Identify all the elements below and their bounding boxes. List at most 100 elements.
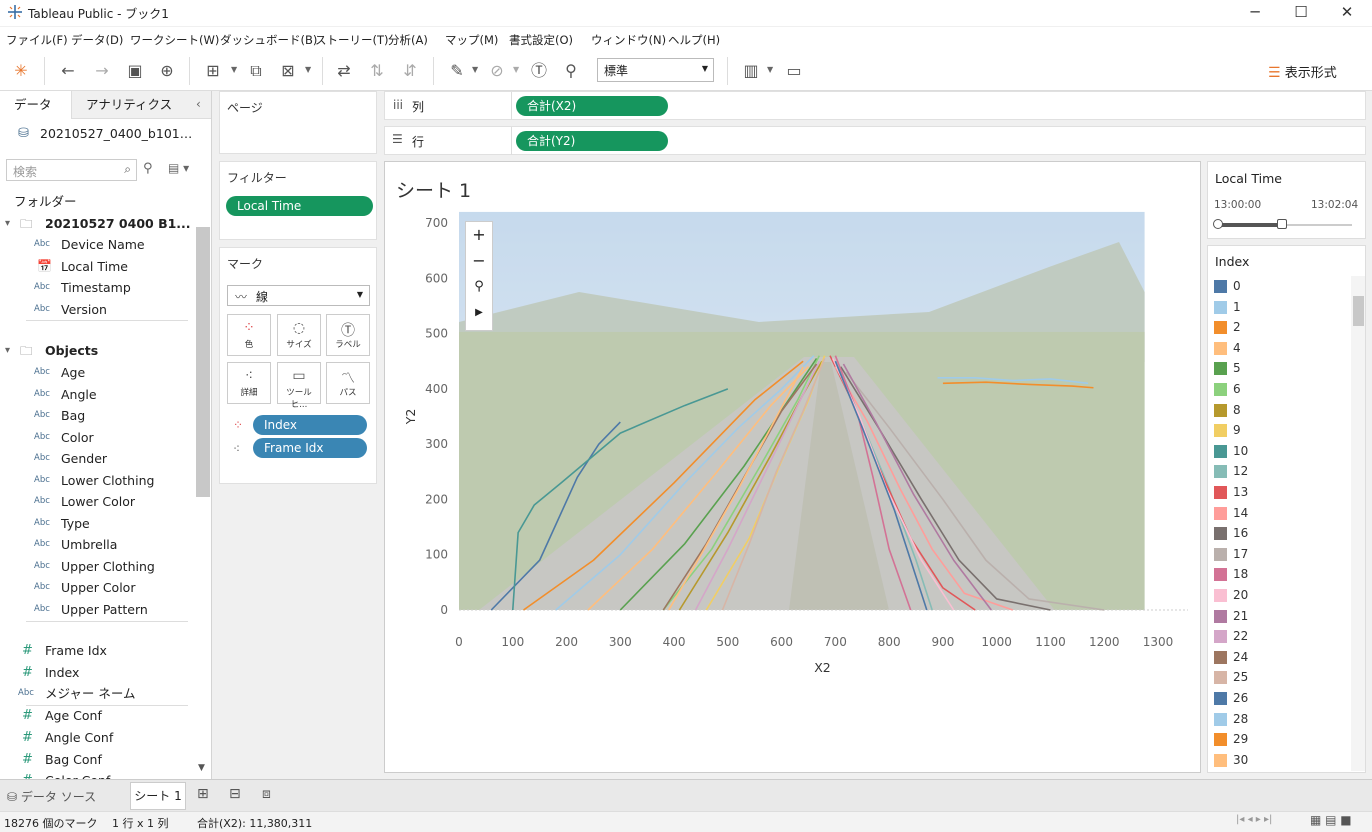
menu-format[interactable]: 書式設定(O): [509, 32, 573, 48]
tab-analytics[interactable]: アナリティクス: [72, 91, 211, 119]
filter-pill[interactable]: Local Time: [226, 196, 373, 216]
tableau-home-icon[interactable]: ✳: [10, 60, 32, 82]
zoom-in-button[interactable]: +: [466, 222, 492, 248]
maximize-button[interactable]: ☐: [1278, 0, 1324, 26]
measure-name: Angle Conf: [45, 729, 114, 745]
zoom-out-button[interactable]: −: [466, 248, 492, 274]
clear-sheet-caret-icon[interactable]: ▼: [305, 65, 311, 74]
close-button[interactable]: ✕: [1324, 0, 1370, 26]
sort-asc-icon[interactable]: ⇅: [366, 60, 388, 82]
legend-label: 8: [1233, 402, 1241, 417]
field-name: Bag: [61, 408, 86, 423]
index-pill[interactable]: Index: [253, 415, 367, 435]
scrollbar-thumb[interactable]: [196, 227, 210, 497]
mark-type-select[interactable]: 〰 線 ▼: [227, 285, 370, 306]
group-icon[interactable]: ⊘: [486, 60, 508, 82]
worksheet-view[interactable]: シート 1 0 100 200 300 400 500 600 700 800 900 1000 11…: [384, 161, 1201, 773]
datasource-tab[interactable]: ⛁ データ ソース: [7, 788, 96, 805]
detail-button[interactable]: ⁖ 詳細: [227, 362, 271, 404]
mark-type-value: 線: [256, 290, 269, 304]
pin-icon[interactable]: ⚲: [466, 274, 492, 300]
show-cards-icon[interactable]: ▥: [740, 60, 762, 82]
menu-help[interactable]: ヘルプ(H): [668, 32, 720, 48]
undo-icon[interactable]: ←: [57, 60, 79, 82]
frameidx-pill[interactable]: Frame Idx: [253, 438, 367, 458]
menu-map[interactable]: マップ(M): [445, 32, 498, 48]
menu-file[interactable]: ファイル(F): [6, 32, 68, 48]
status-bar: 18276 個のマーク 1 行 x 1 列 合計(X2): 11,380,311…: [0, 811, 1372, 832]
columns-pill[interactable]: 合計(X2): [516, 96, 668, 116]
minimize-button[interactable]: ─: [1232, 0, 1278, 26]
range-handle-end[interactable]: [1277, 219, 1288, 229]
new-worksheet-icon[interactable]: ⊞: [197, 786, 209, 802]
x-axis-label: X2: [814, 660, 831, 675]
menu-window[interactable]: ウィンドウ(N): [591, 32, 666, 48]
number-type-icon: #: [22, 708, 33, 724]
scroll-down-icon[interactable]: ▼: [198, 763, 205, 773]
new-worksheet-caret-icon[interactable]: ▼: [231, 65, 237, 74]
x-tick-label: 1300: [1143, 635, 1174, 649]
label-button[interactable]: Ⓣ ラベル: [326, 314, 370, 356]
show-me-label: 表示形式: [1284, 66, 1337, 81]
columns-shelf[interactable]: iii 列 合計(X2): [384, 91, 1366, 120]
string-type-icon: Abc: [34, 303, 50, 314]
presentation-icon[interactable]: ▭: [783, 60, 805, 82]
tab-sheet1[interactable]: シート 1: [130, 782, 186, 810]
view-mode-icons[interactable]: ▦ ▤ ■: [1310, 813, 1352, 827]
new-dashboard-icon[interactable]: ⊟: [229, 786, 241, 802]
sort-desc-icon[interactable]: ⇵: [399, 60, 421, 82]
filter-icon[interactable]: ⚲: [143, 161, 153, 176]
filters-shelf[interactable]: フィルター Local Time: [219, 161, 377, 240]
pages-shelf[interactable]: ページ: [219, 91, 377, 154]
datasource-name[interactable]: 20210527_0400_b101…: [40, 126, 192, 141]
save-icon[interactable]: ▣: [124, 60, 146, 82]
redo-icon[interactable]: →: [91, 60, 113, 82]
fit-select[interactable]: 標準 ▼: [597, 58, 714, 82]
menu-worksheet[interactable]: ワークシート(W): [130, 32, 219, 48]
tab-data[interactable]: データ: [0, 91, 72, 119]
menu-dashboard[interactable]: ダッシュボード(B): [220, 32, 317, 48]
swap-icon[interactable]: ⇄: [333, 60, 355, 82]
string-type-icon: Abc: [34, 496, 50, 506]
group-caret-icon[interactable]: ▼: [513, 65, 519, 74]
y-tick-label: 0: [440, 603, 448, 617]
new-datasource-icon[interactable]: ⊕: [156, 60, 178, 82]
tooltip-button[interactable]: ▭ ツールヒ...: [277, 362, 321, 410]
color-icon: ⁘: [233, 418, 244, 432]
legend-scrollbar[interactable]: [1351, 276, 1365, 771]
x-tick-label: 500: [716, 635, 739, 649]
label-icon[interactable]: Ⓣ: [528, 60, 550, 82]
legend-swatch: [1214, 589, 1227, 602]
new-worksheet-icon[interactable]: ⊞: [202, 60, 224, 82]
size-button[interactable]: ◌ サイズ: [277, 314, 321, 356]
tab-nav-icons[interactable]: |◂ ◂ ▸ ▸|: [1236, 814, 1272, 825]
highlight-caret-icon[interactable]: ▼: [472, 65, 478, 74]
legend-label: 17: [1233, 546, 1249, 561]
show-me-button[interactable]: ☰ 表示形式: [1268, 62, 1337, 81]
field-name: Lower Clothing: [61, 472, 155, 488]
number-type-icon: #: [22, 751, 33, 767]
rows-shelf[interactable]: ☰ 行 合計(Y2): [384, 126, 1366, 155]
search-input[interactable]: 検索 ⌕: [6, 159, 137, 181]
collapse-pane-icon[interactable]: ‹: [196, 97, 201, 111]
new-story-icon[interactable]: ⧈: [262, 786, 271, 802]
view-options-icon[interactable]: ▤ ▾: [168, 161, 189, 175]
menu-story[interactable]: ストーリー(T): [315, 32, 389, 48]
rows-pill[interactable]: 合計(Y2): [516, 131, 668, 151]
highlight-icon[interactable]: ✎: [446, 60, 468, 82]
chart-svg[interactable]: 0 100 200 300 400 500 600 700 800 900 1000 1100 1200…: [385, 162, 1200, 772]
y-tick-label: 100: [425, 548, 448, 562]
menu-analysis[interactable]: 分析(A): [388, 32, 428, 48]
legend-label: 0: [1233, 279, 1241, 293]
show-cards-caret-icon[interactable]: ▼: [767, 65, 773, 74]
clear-sheet-icon[interactable]: ⊠: [277, 60, 299, 82]
menu-data[interactable]: データ(D): [71, 32, 123, 48]
range-handle-start[interactable]: [1213, 219, 1223, 229]
color-button[interactable]: ⁘ 色: [227, 314, 271, 356]
pin-icon[interactable]: ⚲: [560, 60, 582, 82]
legend-swatch: [1214, 486, 1227, 499]
duplicate-sheet-icon[interactable]: ⧉: [245, 60, 267, 82]
path-button[interactable]: 〽パス: [326, 362, 370, 404]
expand-toolbar-icon[interactable]: ▶: [466, 300, 492, 326]
legend-label: 5: [1233, 361, 1241, 376]
